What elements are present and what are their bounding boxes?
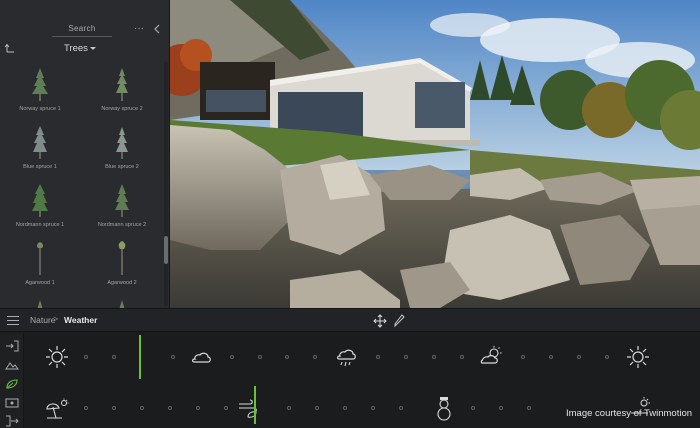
search-row: Search ···: [0, 22, 170, 40]
asset-label: Nordmann spruce 1: [15, 222, 65, 228]
timeline-keyframe-dot[interactable]: [171, 355, 175, 359]
breadcrumb-separator: >: [53, 314, 59, 324]
timeline-keyframe-dot[interactable]: [224, 406, 228, 410]
timeline-keyframe-dot[interactable]: [376, 355, 380, 359]
cloud-icon[interactable]: [188, 344, 214, 370]
timeline-keyframe-dot[interactable]: [605, 355, 609, 359]
hamburger-menu-icon[interactable]: [7, 316, 19, 325]
bottom-toolbar: Nature > Weather: [0, 308, 700, 332]
asset-item[interactable]: Agarwood 2: [82, 236, 162, 294]
blue-spruce-tree-icon: [33, 126, 47, 159]
sun-icon[interactable]: [625, 344, 651, 370]
category-dropdown[interactable]: Trees: [64, 43, 88, 54]
timeline-keyframe-dot[interactable]: [196, 406, 200, 410]
asset-label: Norway spruce 2: [101, 106, 143, 112]
asset-label: Blue spruce 2: [105, 164, 139, 170]
search-label[interactable]: Search: [52, 24, 112, 33]
library-scrollbar-track[interactable]: [164, 62, 168, 306]
asset-label: Nordmann spruce 2: [97, 222, 147, 228]
agarwood-tree-icon: [36, 242, 44, 275]
weather-timeline: Image courtesy of Twinmotion: [0, 333, 700, 428]
asset-item[interactable]: Agarwood 1: [0, 236, 80, 294]
timeline-keyframe-dot[interactable]: [404, 355, 408, 359]
timeline-keyframe-dot[interactable]: [549, 355, 553, 359]
beach-umbrella-sun-icon[interactable]: [44, 397, 70, 423]
breadcrumb-nature[interactable]: Nature: [30, 315, 56, 325]
asset-item[interactable]: Nordmann spruce 2: [82, 178, 162, 236]
timeline-keyframe-dot[interactable]: [343, 406, 347, 410]
collapse-panel-icon[interactable]: [152, 23, 162, 35]
timeline-keyframe-dot[interactable]: [521, 355, 525, 359]
sun-icon[interactable]: [44, 344, 70, 370]
asset-item[interactable]: Norway spruce 2: [82, 62, 162, 120]
timeline-keyframe-dot[interactable]: [315, 406, 319, 410]
timeline-keyframe-dot[interactable]: [460, 355, 464, 359]
timeline-keyframe-dot[interactable]: [84, 355, 88, 359]
timeline-keyframe-dot[interactable]: [84, 406, 88, 410]
nordmann-spruce-tree-icon: [115, 184, 129, 217]
library-scrollbar-thumb[interactable]: [164, 236, 168, 264]
blue-spruce-tree-icon: [116, 127, 128, 159]
rain-cloud-icon[interactable]: [333, 344, 359, 370]
wind-leaves-icon[interactable]: [236, 395, 262, 421]
snowman-icon[interactable]: [431, 396, 457, 422]
timeline-keyframe-dot[interactable]: [140, 406, 144, 410]
timeline-keyframe-dot[interactable]: [432, 355, 436, 359]
timeline-keyframe-dot[interactable]: [112, 355, 116, 359]
tree-icon: [37, 300, 43, 308]
media-icon[interactable]: [5, 397, 19, 409]
spruce-tree-icon: [32, 68, 48, 101]
asset-item[interactable]: [82, 294, 162, 308]
image-credit: Image courtesy of Twinmotion: [566, 408, 693, 419]
eyedropper-icon[interactable]: [393, 314, 405, 328]
timeline-keyframe-dot[interactable]: [499, 406, 503, 410]
asset-item[interactable]: Norway spruce 1: [0, 62, 80, 120]
agarwood-tree-icon: [118, 241, 126, 275]
timeline-keyframe-dot[interactable]: [527, 406, 531, 410]
back-arrow-icon[interactable]: [4, 42, 16, 54]
scene-render: [170, 0, 700, 308]
asset-item[interactable]: Blue spruce 2: [82, 120, 162, 178]
timeline-keyframe-dot[interactable]: [471, 406, 475, 410]
nordmann-spruce-tree-icon: [32, 184, 48, 217]
asset-grid: Norway spruce 1 Norway spruce 2 Blue spr…: [0, 62, 164, 308]
terrain-icon[interactable]: [5, 359, 19, 371]
timeline-keyframe-dot[interactable]: [168, 406, 172, 410]
category-row: Trees: [0, 40, 170, 58]
asset-label: Norway spruce 1: [19, 106, 61, 112]
export-icon[interactable]: [5, 415, 19, 427]
breadcrumb-weather[interactable]: Weather: [64, 315, 97, 325]
spruce-tree-icon: [116, 68, 128, 101]
timeline-keyframe-dot[interactable]: [313, 355, 317, 359]
side-toolbar: [0, 333, 24, 428]
search-underline: [52, 36, 112, 37]
timeline-playhead[interactable]: [254, 386, 256, 424]
more-options-icon[interactable]: ···: [133, 22, 145, 36]
asset-item[interactable]: Nordmann spruce 1: [0, 178, 80, 236]
timeline-keyframe-dot[interactable]: [287, 406, 291, 410]
3d-viewport[interactable]: [170, 0, 700, 308]
leaf-icon[interactable]: [5, 378, 19, 390]
timeline-keyframe-dot[interactable]: [112, 406, 116, 410]
asset-label: Agarwood 2: [107, 280, 137, 286]
timeline-keyframe-dot[interactable]: [285, 355, 289, 359]
import-icon[interactable]: [5, 340, 19, 352]
timeline-playhead[interactable]: [139, 335, 141, 379]
sun-behind-cloud-icon[interactable]: [478, 344, 504, 370]
library-panel: Search ··· Trees Norway spruce 1 Norway …: [0, 0, 170, 308]
tree-icon: [119, 300, 125, 308]
asset-item[interactable]: Blue spruce 1: [0, 120, 80, 178]
move-arrows-icon[interactable]: [373, 314, 387, 328]
timeline-keyframe-dot[interactable]: [230, 355, 234, 359]
timeline-keyframe-dot[interactable]: [577, 355, 581, 359]
timeline-keyframe-dot[interactable]: [258, 355, 262, 359]
timeline-keyframe-dot[interactable]: [371, 406, 375, 410]
timeline-keyframe-dot[interactable]: [399, 406, 403, 410]
asset-label: Agarwood 1: [25, 280, 55, 286]
asset-label: Blue spruce 1: [23, 164, 57, 170]
chevron-down-icon[interactable]: [90, 47, 96, 50]
asset-item[interactable]: [0, 294, 80, 308]
